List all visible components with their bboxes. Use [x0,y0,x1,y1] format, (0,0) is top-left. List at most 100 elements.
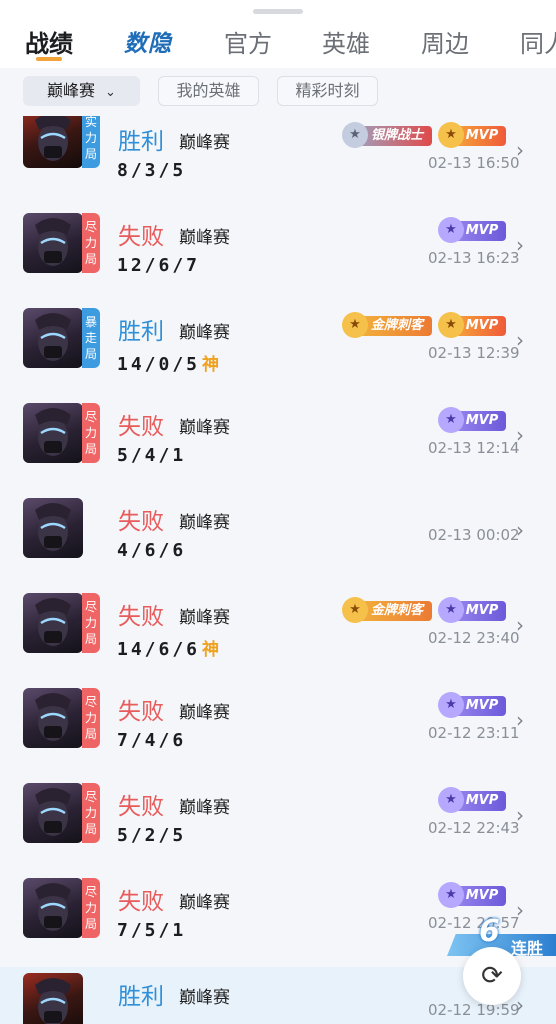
medal-icon: ★ [438,122,464,148]
kda-value: 5/4/1 [117,445,187,466]
hero-avatar [23,973,83,1024]
tab-record[interactable]: 战绩 [25,24,73,59]
chevron-right-icon[interactable]: › [516,803,524,827]
match-time: 02-13 16:50 [428,154,520,172]
mvp-tag: ★ MVP [438,217,506,243]
badge-char: 局 [84,917,97,931]
match-mode: 巅峰赛 [179,323,230,343]
badge-char: 力 [84,711,97,725]
hero-avatar [23,688,83,748]
hero-avatar [23,593,83,653]
badge-char: 力 [84,426,97,440]
tab-merch[interactable]: 周边 [421,24,469,59]
performance-badge: 尽力局 [82,213,100,273]
refresh-icon: ⟳ [481,961,503,991]
match-result: 失败 [118,604,164,630]
badge-char: 尽 [84,410,97,424]
hero-avatar [23,878,83,938]
kda-value: 8/3/5 [117,160,187,181]
match-time: 02-12 19:59 [428,1001,520,1019]
match-row[interactable]: 尽力局失败 巅峰赛 5/2/5 ★ MVP 02-12 22:43 › [0,777,556,872]
performance-badge: 尽力局 [82,403,100,463]
refresh-button[interactable]: ⟳ [463,947,521,1005]
medal-icon: ★ [342,122,368,148]
kda-value: 5/2/5 [117,825,187,846]
mode-select-label: 巅峰赛 [47,81,96,100]
badge-char: 力 [84,236,97,250]
performance-badge: 尽力局 [82,688,100,748]
chevron-right-icon[interactable]: › [516,233,524,257]
medal-icon: ★ [438,312,464,338]
badge-char: 力 [84,616,97,630]
badge-char: 尽 [84,885,97,899]
drag-handle[interactable] [253,9,303,14]
kda: 8/3/5 [117,160,186,181]
mvp-tag: ★ MVP [438,122,506,148]
match-mode: 巅峰赛 [179,133,230,153]
chevron-right-icon[interactable]: › [516,708,524,732]
kda-value: 4/6/6 [117,540,187,561]
tab-official[interactable]: 官方 [224,24,272,59]
badge-char: 尽 [84,790,97,804]
filter-bar: 巅峰赛 ⌄ 我的英雄 精彩时刻 [0,68,556,116]
chevron-right-icon[interactable]: › [516,138,524,162]
tab-heroes[interactable]: 英雄 [322,24,370,59]
badge-char: 局 [84,632,97,646]
match-row[interactable]: 暴走局胜利 巅峰赛 14/0/5 神 ★ MVP ★ 金牌刺客 02-13 12:39 › [0,302,556,397]
match-list[interactable]: 实力局胜利 巅峰赛 8/3/5 ★ MVP ★ 银牌战士 02-13 16:50 › 尽力局失败巅… [0,116,556,1024]
badge-char: 力 [84,131,97,145]
tab-brand[interactable]: 数隐 [124,24,172,58]
match-mode: 巅峰赛 [179,703,230,723]
kda-value: 7/4/6 [117,730,187,751]
highlights-filter[interactable]: 精彩时刻 [277,76,378,106]
kda: 7/4/6 [117,730,186,751]
kda-value: 7/5/1 [117,920,187,941]
medal-icon: ★ [438,787,464,813]
hero-avatar [23,783,83,843]
kda-value: 14/0/5 [117,354,201,375]
match-mode: 巅峰赛 [179,228,230,248]
my-heroes-filter[interactable]: 我的英雄 [158,76,259,106]
chevron-right-icon[interactable]: › [516,423,524,447]
top-tab-bar: 战绩 数隐 官方 英雄 周边 同人 [0,0,556,68]
hero-avatar [23,116,83,168]
chevron-right-icon[interactable]: › [516,993,524,1017]
chevron-right-icon[interactable]: › [516,518,524,542]
badge-char: 局 [84,727,97,741]
performance-badge: 尽力局 [82,783,100,843]
match-mode: 巅峰赛 [179,418,230,438]
kda: 14/6/6 神 [117,635,219,660]
match-row[interactable]: 尽力局失败 巅峰赛 7/4/6 ★ MVP 02-12 23:11 › [0,682,556,777]
kda: 7/5/1 [117,920,186,941]
match-mode: 巅峰赛 [179,798,230,818]
badge-char: 暴 [84,315,97,329]
tab-fanart[interactable]: 同人 [520,24,556,59]
match-mode: 巅峰赛 [179,988,230,1008]
chevron-right-icon[interactable]: › [516,613,524,637]
performance-badge: 尽力局 [82,878,100,938]
kda-value: 12/6/7 [117,255,201,276]
match-row[interactable]: 失败 巅峰赛 4/6/6 02-13 00:02 › [0,492,556,587]
match-mode: 巅峰赛 [179,513,230,533]
god-badge: 神 [202,640,220,660]
performance-badge: 尽力局 [82,593,100,653]
match-time: 02-13 00:02 [428,526,520,544]
god-badge: 神 [202,355,220,375]
mvp-tag: ★ MVP [438,312,506,338]
kda: 5/4/1 [117,445,186,466]
badge-char: 局 [84,252,97,266]
title-tag: ★ 金牌刺客 [342,597,432,623]
active-tab-indicator [36,57,62,61]
match-row[interactable]: 尽力局失败 巅峰赛 14/6/6 神 ★ MVP ★ 金牌刺客 02-12 23:40 › [0,587,556,682]
mode-select[interactable]: 巅峰赛 ⌄ [23,76,140,106]
match-result: 失败 [118,794,164,820]
kda: 5/2/5 [117,825,186,846]
match-result: 失败 [118,509,164,535]
medal-icon: ★ [342,312,368,338]
match-row[interactable]: 尽力局失败 巅峰赛 12/6/7 ★ MVP 02-13 16:23 › [0,207,556,302]
chevron-right-icon[interactable]: › [516,328,524,352]
match-time: 02-13 12:39 [428,344,520,362]
match-mode: 巅峰赛 [179,608,230,628]
match-row[interactable]: 尽力局失败 巅峰赛 5/4/1 ★ MVP 02-13 12:14 › [0,397,556,492]
match-row[interactable]: 实力局胜利 巅峰赛 8/3/5 ★ MVP ★ 银牌战士 02-13 16:50 › [0,116,556,207]
